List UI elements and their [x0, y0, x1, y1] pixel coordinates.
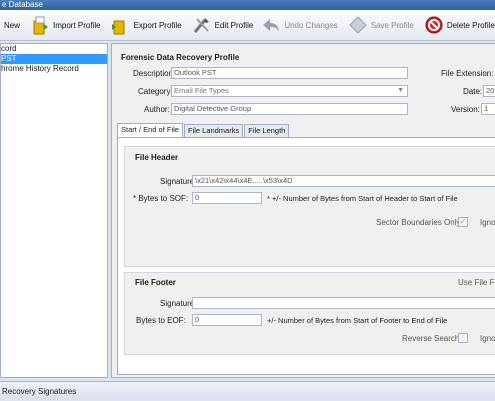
edit-label: Edit Profile: [214, 20, 254, 30]
tree-item-record[interactable]: cord: [1, 44, 107, 54]
footer-signature-label: Signature:: [160, 299, 197, 308]
undo-changes-button[interactable]: Undo Changes: [257, 12, 341, 38]
undo-arrow-icon: [261, 15, 281, 35]
version-major-field[interactable]: 1: [481, 103, 495, 115]
version-label: Version:: [451, 105, 480, 114]
date-field[interactable]: 2014-04-08 1: [483, 85, 495, 97]
delete-label: Delete Profile: [446, 20, 495, 30]
tree-item-chrome-history[interactable]: hrome History Record: [1, 64, 107, 74]
tab-content: File Header Signature: \x21\x42\x44\x4E.…: [117, 137, 495, 375]
description-label: Description:: [133, 69, 176, 78]
description-field[interactable]: Outlook PST: [171, 67, 408, 79]
header-ignore-label: Ignore: [480, 218, 495, 227]
file-extension-label: File Extension:: [441, 69, 494, 78]
new-label: New: [4, 20, 21, 30]
bytes-to-eof-hint: +/- Number of Bytes from Start of Footer…: [267, 316, 448, 325]
edit-profile-button[interactable]: Edit Profile: [188, 12, 258, 38]
no-entry-icon: [424, 15, 444, 35]
reverse-search-checkbox[interactable]: [458, 333, 468, 343]
undo-label: Undo Changes: [284, 20, 338, 30]
import-label: Import Profile: [53, 20, 101, 30]
new-button[interactable]: New: [0, 12, 24, 38]
profile-heading: Forensic Data Recovery Profile: [121, 53, 240, 62]
tree-item-pst[interactable]: PST: [1, 54, 107, 64]
reverse-search-label: Reverse Search: [402, 334, 460, 343]
file-header-title: File Header: [135, 153, 179, 162]
import-icon: [30, 15, 50, 35]
export-profile-button[interactable]: Export Profile: [107, 12, 186, 38]
bytes-to-sof-field[interactable]: 0: [192, 192, 262, 204]
export-label: Export Profile: [133, 20, 182, 30]
bytes-to-eof-label: Bytes to EOF:: [136, 316, 186, 325]
footer-signature-field[interactable]: [192, 297, 495, 309]
status-bar: Recovery Signatures: [0, 381, 495, 400]
tab-file-length[interactable]: File Length: [244, 124, 290, 137]
tab-file-landmarks[interactable]: File Landmarks: [183, 124, 244, 137]
export-icon: [111, 15, 131, 35]
import-profile-button[interactable]: Import Profile: [26, 12, 105, 38]
file-footer-group: File Footer Use File F Signature: Bytes …: [124, 272, 495, 355]
category-select[interactable]: Email File Types ▼: [171, 85, 408, 97]
window-title: e Database: [0, 0, 495, 10]
tab-strip: Start / End of File File Landmarks File …: [117, 123, 290, 137]
edit-tools-icon: [192, 15, 212, 35]
bytes-to-sof-hint: * +/- Number of Bytes from Start of Head…: [267, 194, 458, 203]
tab-start-end-of-file[interactable]: Start / End of File: [117, 123, 183, 137]
date-label: Date:: [463, 87, 483, 96]
toolbar: New Import Profile Export Profile Edit P…: [0, 10, 495, 41]
bytes-to-sof-label: * Bytes to SOF:: [133, 194, 189, 203]
profile-details-panel: Forensic Data Recovery Profile Descripti…: [111, 43, 495, 378]
file-footer-title: File Footer: [135, 278, 176, 287]
sector-boundaries-label: Sector Boundaries Only: [376, 218, 461, 227]
footer-ignore-label: Ignore: [480, 334, 495, 343]
category-value: Email File Types: [174, 86, 229, 95]
sector-boundaries-checkbox[interactable]: ✓: [458, 217, 468, 227]
header-signature-field[interactable]: \x21\x42\x44\x4E.....\x53\x4D: [192, 175, 495, 187]
author-label: Author:: [144, 105, 170, 114]
header-signature-label: Signature:: [160, 177, 197, 186]
bytes-to-eof-field[interactable]: 0: [192, 314, 262, 326]
chevron-down-icon: ▼: [397, 87, 404, 94]
file-header-group: File Header Signature: \x21\x42\x44\x4E.…: [124, 146, 495, 267]
profile-tree: cord PST hrome History Record: [0, 43, 108, 378]
save-profile-button[interactable]: Save Profile: [344, 12, 418, 38]
use-file-footer-label: Use File F: [458, 278, 495, 287]
author-field[interactable]: Digital Detective Group: [171, 103, 408, 115]
save-diamond-icon: [348, 15, 368, 35]
category-label: Category:: [138, 87, 173, 96]
delete-profile-button[interactable]: Delete Profile: [420, 12, 495, 38]
save-label: Save Profile: [370, 20, 414, 30]
